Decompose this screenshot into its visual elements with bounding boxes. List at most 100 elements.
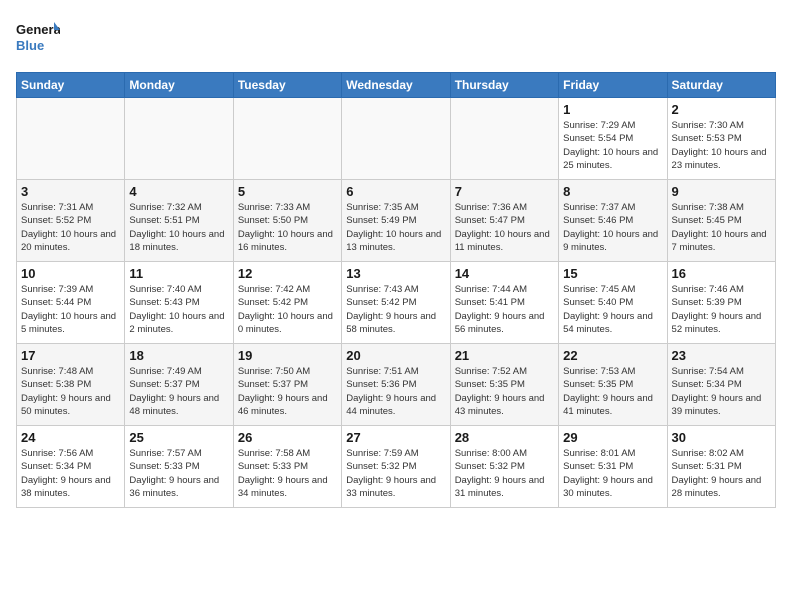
day-cell (342, 98, 450, 180)
day-info: Sunrise: 7:29 AMSunset: 5:54 PMDaylight:… (563, 119, 662, 172)
day-info: Sunrise: 7:33 AMSunset: 5:50 PMDaylight:… (238, 201, 337, 254)
week-row-2: 3 Sunrise: 7:31 AMSunset: 5:52 PMDaylight… (17, 180, 776, 262)
day-cell: 28 Sunrise: 8:00 AMSunset: 5:32 PMDayligh… (450, 426, 558, 508)
day-number: 30 (672, 430, 771, 445)
day-cell: 20 Sunrise: 7:51 AMSunset: 5:36 PMDayligh… (342, 344, 450, 426)
day-info: Sunrise: 7:54 AMSunset: 5:34 PMDaylight:… (672, 365, 771, 418)
day-number: 3 (21, 184, 120, 199)
day-number: 4 (129, 184, 228, 199)
header-monday: Monday (125, 73, 233, 98)
day-number: 7 (455, 184, 554, 199)
day-number: 24 (21, 430, 120, 445)
calendar-header: SundayMondayTuesdayWednesdayThursdayFrid… (17, 73, 776, 98)
day-info: Sunrise: 8:02 AMSunset: 5:31 PMDaylight:… (672, 447, 771, 500)
day-info: Sunrise: 7:49 AMSunset: 5:37 PMDaylight:… (129, 365, 228, 418)
day-cell: 21Sunrise: 7:52 AMSunset: 5:35 PMDayligh… (450, 344, 558, 426)
day-cell: 24 Sunrise: 7:56 AMSunset: 5:34 PMDayligh… (17, 426, 125, 508)
day-number: 5 (238, 184, 337, 199)
day-cell: 27Sunrise: 7:59 AMSunset: 5:32 PMDayligh… (342, 426, 450, 508)
day-info: Sunrise: 7:57 AMSunset: 5:33 PMDaylight:… (129, 447, 228, 500)
day-cell: 18 Sunrise: 7:49 AMSunset: 5:37 PMDayligh… (125, 344, 233, 426)
header-sunday: Sunday (17, 73, 125, 98)
day-info: Sunrise: 7:40 AMSunset: 5:43 PMDaylight:… (129, 283, 228, 336)
svg-text:Blue: Blue (16, 38, 44, 53)
day-number: 11 (129, 266, 228, 281)
day-info: Sunrise: 7:30 AMSunset: 5:53 PMDaylight:… (672, 119, 771, 172)
day-info: Sunrise: 7:36 AMSunset: 5:47 PMDaylight:… (455, 201, 554, 254)
day-cell: 8Sunrise: 7:37 AMSunset: 5:46 PMDaylight… (559, 180, 667, 262)
day-info: Sunrise: 8:01 AMSunset: 5:31 PMDaylight:… (563, 447, 662, 500)
day-cell: 29 Sunrise: 8:01 AMSunset: 5:31 PMDayligh… (559, 426, 667, 508)
day-cell: 13 Sunrise: 7:43 AMSunset: 5:42 PMDayligh… (342, 262, 450, 344)
week-row-1: 1 Sunrise: 7:29 AMSunset: 5:54 PMDaylight… (17, 98, 776, 180)
day-number: 26 (238, 430, 337, 445)
day-number: 1 (563, 102, 662, 117)
day-number: 8 (563, 184, 662, 199)
header-friday: Friday (559, 73, 667, 98)
week-row-4: 17 Sunrise: 7:48 AMSunset: 5:38 PMDayligh… (17, 344, 776, 426)
calendar-table: SundayMondayTuesdayWednesdayThursdayFrid… (16, 72, 776, 508)
day-number: 25 (129, 430, 228, 445)
day-info: Sunrise: 7:31 AMSunset: 5:52 PMDaylight:… (21, 201, 120, 254)
page-header: General Blue (16, 16, 776, 60)
day-cell: 10 Sunrise: 7:39 AMSunset: 5:44 PMDayligh… (17, 262, 125, 344)
day-number: 29 (563, 430, 662, 445)
day-number: 15 (563, 266, 662, 281)
day-cell (233, 98, 341, 180)
day-number: 9 (672, 184, 771, 199)
day-cell: 15Sunrise: 7:45 AMSunset: 5:40 PMDayligh… (559, 262, 667, 344)
day-info: Sunrise: 7:39 AMSunset: 5:44 PMDaylight:… (21, 283, 120, 336)
day-number: 23 (672, 348, 771, 363)
header-wednesday: Wednesday (342, 73, 450, 98)
day-info: Sunrise: 7:59 AMSunset: 5:32 PMDaylight:… (346, 447, 445, 500)
day-number: 14 (455, 266, 554, 281)
day-cell: 1 Sunrise: 7:29 AMSunset: 5:54 PMDaylight… (559, 98, 667, 180)
day-cell (17, 98, 125, 180)
day-cell: 14 Sunrise: 7:44 AMSunset: 5:41 PMDayligh… (450, 262, 558, 344)
day-cell: 25 Sunrise: 7:57 AMSunset: 5:33 PMDayligh… (125, 426, 233, 508)
day-cell: 7 Sunrise: 7:36 AMSunset: 5:47 PMDaylight… (450, 180, 558, 262)
day-cell: 3 Sunrise: 7:31 AMSunset: 5:52 PMDaylight… (17, 180, 125, 262)
logo-icon: General Blue (16, 16, 60, 60)
day-number: 12 (238, 266, 337, 281)
day-cell: 22 Sunrise: 7:53 AMSunset: 5:35 PMDayligh… (559, 344, 667, 426)
day-info: Sunrise: 8:00 AMSunset: 5:32 PMDaylight:… (455, 447, 554, 500)
day-cell: 23 Sunrise: 7:54 AMSunset: 5:34 PMDayligh… (667, 344, 775, 426)
header-tuesday: Tuesday (233, 73, 341, 98)
header-saturday: Saturday (667, 73, 775, 98)
day-number: 17 (21, 348, 120, 363)
day-cell: 17 Sunrise: 7:48 AMSunset: 5:38 PMDayligh… (17, 344, 125, 426)
day-cell: 2 Sunrise: 7:30 AMSunset: 5:53 PMDaylight… (667, 98, 775, 180)
day-cell: 19 Sunrise: 7:50 AMSunset: 5:37 PMDayligh… (233, 344, 341, 426)
day-number: 10 (21, 266, 120, 281)
day-number: 13 (346, 266, 445, 281)
day-info: Sunrise: 7:42 AMSunset: 5:42 PMDaylight:… (238, 283, 337, 336)
day-number: 19 (238, 348, 337, 363)
day-info: Sunrise: 7:46 AMSunset: 5:39 PMDaylight:… (672, 283, 771, 336)
day-cell: 5 Sunrise: 7:33 AMSunset: 5:50 PMDaylight… (233, 180, 341, 262)
day-number: 28 (455, 430, 554, 445)
day-info: Sunrise: 7:56 AMSunset: 5:34 PMDaylight:… (21, 447, 120, 500)
day-number: 16 (672, 266, 771, 281)
day-cell (125, 98, 233, 180)
day-cell: 12 Sunrise: 7:42 AMSunset: 5:42 PMDayligh… (233, 262, 341, 344)
week-row-3: 10 Sunrise: 7:39 AMSunset: 5:44 PMDayligh… (17, 262, 776, 344)
day-number: 20 (346, 348, 445, 363)
day-info: Sunrise: 7:58 AMSunset: 5:33 PMDaylight:… (238, 447, 337, 500)
day-number: 18 (129, 348, 228, 363)
day-cell (450, 98, 558, 180)
day-info: Sunrise: 7:50 AMSunset: 5:37 PMDaylight:… (238, 365, 337, 418)
day-info: Sunrise: 7:38 AMSunset: 5:45 PMDaylight:… (672, 201, 771, 254)
week-row-5: 24 Sunrise: 7:56 AMSunset: 5:34 PMDayligh… (17, 426, 776, 508)
day-number: 2 (672, 102, 771, 117)
day-info: Sunrise: 7:48 AMSunset: 5:38 PMDaylight:… (21, 365, 120, 418)
day-info: Sunrise: 7:53 AMSunset: 5:35 PMDaylight:… (563, 365, 662, 418)
day-info: Sunrise: 7:51 AMSunset: 5:36 PMDaylight:… (346, 365, 445, 418)
day-number: 22 (563, 348, 662, 363)
logo: General Blue (16, 16, 60, 60)
day-info: Sunrise: 7:44 AMSunset: 5:41 PMDaylight:… (455, 283, 554, 336)
day-info: Sunrise: 7:43 AMSunset: 5:42 PMDaylight:… (346, 283, 445, 336)
day-cell: 4Sunrise: 7:32 AMSunset: 5:51 PMDaylight… (125, 180, 233, 262)
day-number: 6 (346, 184, 445, 199)
day-cell: 26 Sunrise: 7:58 AMSunset: 5:33 PMDayligh… (233, 426, 341, 508)
